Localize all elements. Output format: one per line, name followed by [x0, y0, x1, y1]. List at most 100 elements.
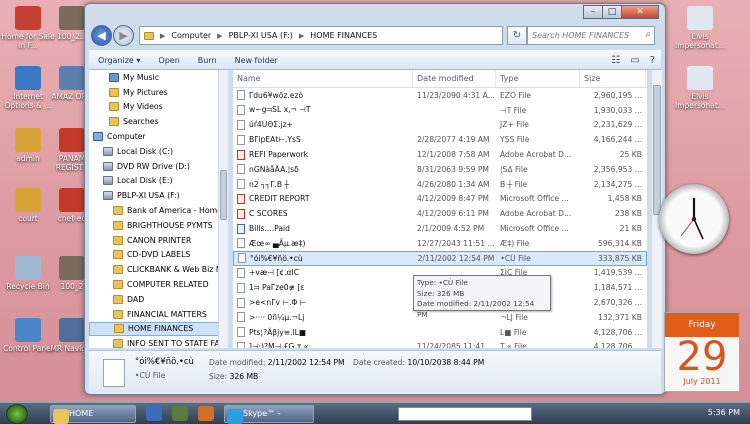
nav-item[interactable]: BRIGHTHOUSE PYMTS — [89, 218, 224, 233]
scroll-thumb[interactable] — [220, 170, 227, 220]
shortcut-icon — [59, 318, 85, 342]
burn-button[interactable]: Burn — [189, 56, 226, 65]
file-row[interactable]: nGNàåÄA.¦sδ 8/31/2063 9:59 PM ¦SΔ File 2,35… — [233, 162, 647, 177]
nav-scrollbar[interactable] — [218, 70, 228, 348]
chevron-right-icon: ▶ — [217, 31, 223, 40]
file-name-cell: C SCORES — [233, 208, 413, 219]
nav-item[interactable]: DAD — [89, 292, 224, 307]
file-icon — [237, 297, 245, 308]
nav-item[interactable]: Local Disk (E:) — [89, 174, 224, 189]
media-player-icon[interactable] — [172, 406, 188, 421]
column-name[interactable]: Name — [233, 70, 413, 87]
shortcut-icon — [15, 66, 41, 90]
taskbar-explorer-button[interactable]: HOME FINANCES — [50, 405, 136, 424]
firefox-icon[interactable] — [198, 406, 214, 421]
file-row[interactable]: Pts¦?Äβjy≡.lL■ L■ File 4,128,706 ... — [233, 325, 647, 340]
shortcut-icon — [15, 6, 41, 30]
preview-pane-icon[interactable]: ▭ — [630, 55, 639, 66]
taskbar-skype-button[interactable]: Skype™ - oscalcis — [224, 405, 314, 424]
folder-icon — [113, 220, 123, 230]
file-row[interactable]: BΓipEΑt⊢.YsS 2/28/2077 4:19 AM YSS File 4,1… — [233, 132, 647, 147]
new-folder-button[interactable]: New folder — [226, 56, 287, 65]
open-button[interactable]: Open — [149, 56, 188, 65]
file-date: 2/1/2009 4:52 PM — [417, 224, 485, 234]
details-modified-label: Date modified: — [209, 358, 266, 367]
address-bar[interactable]: ▶ Computer ▶ PBLP-XI USA (F:) ▶ HOME FIN… — [139, 26, 503, 45]
maximize-button[interactable]: □ — [602, 5, 622, 19]
nav-item[interactable]: COMPUTER RELATED — [89, 277, 224, 292]
file-name: +væ⊣ [¢.αIC — [249, 268, 300, 278]
nav-item-label: DAD — [127, 294, 145, 304]
search-input[interactable]: Search HOME FINANCES ⌕ — [527, 26, 655, 45]
folder-icon — [113, 309, 123, 319]
file-size: 2,134,275 ... — [593, 179, 642, 189]
document-file-icon — [237, 223, 245, 234]
help-icon[interactable]: ? — [650, 55, 655, 66]
nav-item[interactable]: My Music — [89, 70, 224, 85]
details-date-modified: Date modified: 2/11/2002 12:54 PM — [209, 358, 345, 367]
file-row[interactable]: Γdu6¥wöz.ezò 11/23/2090 4:31 A... EZÒ File… — [233, 88, 647, 103]
clock-gadget[interactable] — [659, 184, 729, 254]
view-options-icon[interactable]: ☷ — [611, 55, 620, 66]
file-row[interactable]: ]⊣·)?M⊣ £G.τ « 11/24/2085 11:41 ... T « Fi… — [233, 340, 647, 348]
column-headers: Name Date modified Type Size — [233, 70, 647, 88]
breadcrumb-drive[interactable]: PBLP-XI USA (F:) — [229, 31, 293, 40]
file-name: C SCORES — [249, 209, 288, 219]
nav-item[interactable]: FINANCIAL MATTERS — [89, 307, 224, 322]
file-date: 4/12/2009 8:47 PM — [417, 194, 489, 204]
nav-item[interactable]: PBLP-XI USA (F:) — [89, 188, 224, 203]
minimize-button[interactable]: – — [583, 5, 603, 19]
column-type[interactable]: Type — [496, 70, 580, 87]
toolbar-address-input[interactable] — [398, 407, 532, 421]
file-row[interactable]: REFI Paperwork 12/1/2008 7:58 AM Adobe Acr… — [233, 147, 647, 162]
nav-item[interactable]: CLICKBANK & Web Biz M — [89, 262, 224, 277]
internet-explorer-icon[interactable] — [146, 406, 162, 421]
nav-item[interactable]: My Videos — [89, 100, 224, 115]
desktop-icon-right-1[interactable]: Elvis Impersonat... — [672, 66, 728, 110]
nav-item[interactable]: Computer — [89, 129, 224, 144]
calendar-gadget[interactable]: Friday 29 July 2011 — [664, 312, 740, 392]
nav-item[interactable]: DVD RW Drive (D:) — [89, 159, 224, 174]
nav-item[interactable]: Searches — [89, 114, 224, 129]
file-row[interactable]: n2 ┐┐Γ.B ┼ 4/26/2080 1:34 AM B ┼ File 2,134… — [233, 177, 647, 192]
nav-item[interactable]: CANON PRINTER — [89, 233, 224, 248]
forward-button[interactable]: ▶ — [113, 25, 134, 46]
breadcrumb-folder[interactable]: HOME FINANCES — [310, 31, 377, 40]
file-row[interactable]: w~g⫤SL x,¬ ⊣T ⊣T File 1,930,033 ... — [233, 103, 647, 118]
file-type: •CÙ File — [500, 253, 531, 263]
shortcut-icon — [15, 128, 41, 152]
nav-item-label: DVD RW Drive (D:) — [117, 161, 190, 171]
file-row[interactable]: C SCORES 4/12/2009 6:11 PM Adobe Acrobat D… — [233, 206, 647, 221]
file-name-cell: >e<nΓv ⊢.Φ ⊢ — [233, 297, 413, 308]
file-icon — [237, 105, 245, 116]
file-name-cell: n2 ┐┐Γ.B ┼ — [233, 179, 413, 190]
file-row[interactable]: úŕ4ÜΘΣ.jz+ JZ+ File 2,231,629 ... — [233, 118, 647, 133]
file-row[interactable]: Bills....Paid 2/1/2009 4:52 PM Microsoft O… — [233, 221, 647, 236]
close-button[interactable]: ✕ — [621, 5, 659, 19]
nav-item-label: My Music — [123, 72, 160, 82]
column-size[interactable]: Size — [580, 70, 646, 87]
file-row[interactable]: CREDIT REPORT 4/12/2009 8:47 PM Microsoft … — [233, 192, 647, 207]
file-date: 12/27/2043 11:51 ... — [417, 238, 495, 248]
file-date: 2/11/2002 12:54 PM — [417, 253, 495, 263]
refresh-icon[interactable]: ↻ — [507, 26, 527, 45]
nav-item[interactable]: CD-DVD LABELS — [89, 248, 224, 263]
breadcrumb-computer[interactable]: Computer — [171, 31, 211, 40]
nav-item[interactable]: Local Disk (C:) — [89, 144, 224, 159]
file-row[interactable]: Æœ∞ ▄Ãµ.æ‡) 12/27/2043 11:51 ... Æ‡) File 5… — [233, 236, 647, 251]
desktop-icon-right-0[interactable]: Elvis Impersonat... — [672, 6, 728, 50]
file-row[interactable]: °ói%€¥ñö.•cù 2/11/2002 12:54 PM •CÙ File 33… — [233, 250, 647, 266]
back-button[interactable]: ◀ — [91, 25, 112, 46]
column-date-modified[interactable]: Date modified — [413, 70, 496, 87]
organize-button[interactable]: Organize ▾ — [89, 56, 149, 65]
nav-item[interactable]: My Pictures — [89, 85, 224, 100]
folder-icon — [113, 206, 123, 216]
start-button[interactable] — [6, 404, 28, 424]
file-size: 1,419,539 ... — [593, 268, 642, 278]
folder-icon — [114, 324, 124, 334]
nav-item[interactable]: Bank of America - Home — [89, 203, 224, 218]
shortcut-icon — [687, 66, 713, 90]
nav-item[interactable]: HOME FINANCES — [89, 321, 224, 337]
system-clock[interactable]: 5:36 PM — [708, 408, 740, 417]
nav-item[interactable]: INFO SENT TO STATE FAI — [89, 336, 224, 348]
